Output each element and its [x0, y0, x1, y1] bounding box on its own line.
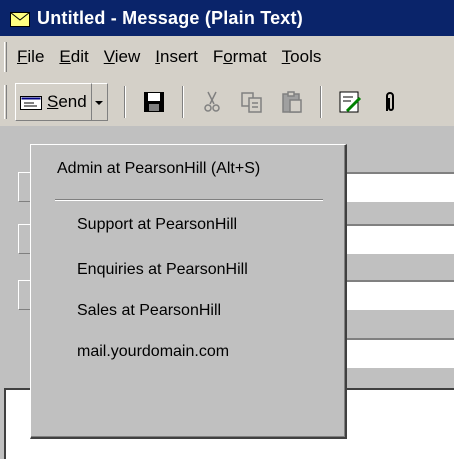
- window-title: Untitled - Message (Plain Text): [37, 7, 303, 28]
- attach-icon[interactable]: [377, 89, 403, 115]
- menu-view[interactable]: View: [104, 47, 141, 67]
- cc-field[interactable]: [340, 224, 454, 254]
- cut-icon[interactable]: [199, 89, 225, 115]
- toolbar-separator: [319, 86, 322, 118]
- send-dropdown-button[interactable]: [91, 83, 108, 121]
- save-icon[interactable]: [141, 89, 167, 115]
- menu-item-account[interactable]: Support at PearsonHill: [77, 216, 237, 234]
- envelope-icon: [10, 11, 30, 27]
- menu-format[interactable]: Format: [213, 47, 267, 67]
- menu-edit[interactable]: Edit: [59, 47, 88, 67]
- send-button[interactable]: Send: [15, 83, 92, 121]
- send-label: Send: [47, 92, 87, 111]
- menu-divider: [55, 199, 323, 201]
- menu-item-default-account[interactable]: Admin at PearsonHill (Alt+S): [57, 160, 260, 178]
- title-bar: Untitled - Message (Plain Text): [0, 0, 454, 36]
- bcc-field[interactable]: [340, 280, 454, 310]
- send-icon: [20, 95, 42, 110]
- send-account-menu: Admin at PearsonHill (Alt+S) Support at …: [30, 144, 347, 439]
- subject-field[interactable]: [340, 338, 454, 368]
- toolbar-separator: [123, 86, 126, 118]
- to-field[interactable]: [340, 172, 454, 202]
- menu-insert[interactable]: Insert: [155, 47, 198, 67]
- menu-bar: File Edit View Insert Format Tools: [0, 36, 454, 78]
- chevron-down-icon: [95, 93, 104, 111]
- standard-toolbar: Send: [0, 78, 454, 126]
- menu-item-account[interactable]: mail.yourdomain.com: [77, 343, 229, 361]
- menu-item-account[interactable]: Sales at PearsonHill: [77, 302, 221, 320]
- check-names-icon[interactable]: [337, 89, 363, 115]
- menubar-grip[interactable]: [4, 42, 7, 72]
- copy-icon[interactable]: [239, 89, 265, 115]
- menu-tools[interactable]: Tools: [282, 47, 322, 67]
- toolbar-separator: [181, 86, 184, 118]
- menu-file[interactable]: File: [17, 47, 44, 67]
- toolbar-grip[interactable]: [4, 85, 7, 119]
- paste-icon[interactable]: [279, 89, 305, 115]
- menu-item-account[interactable]: Enquiries at PearsonHill: [77, 261, 248, 279]
